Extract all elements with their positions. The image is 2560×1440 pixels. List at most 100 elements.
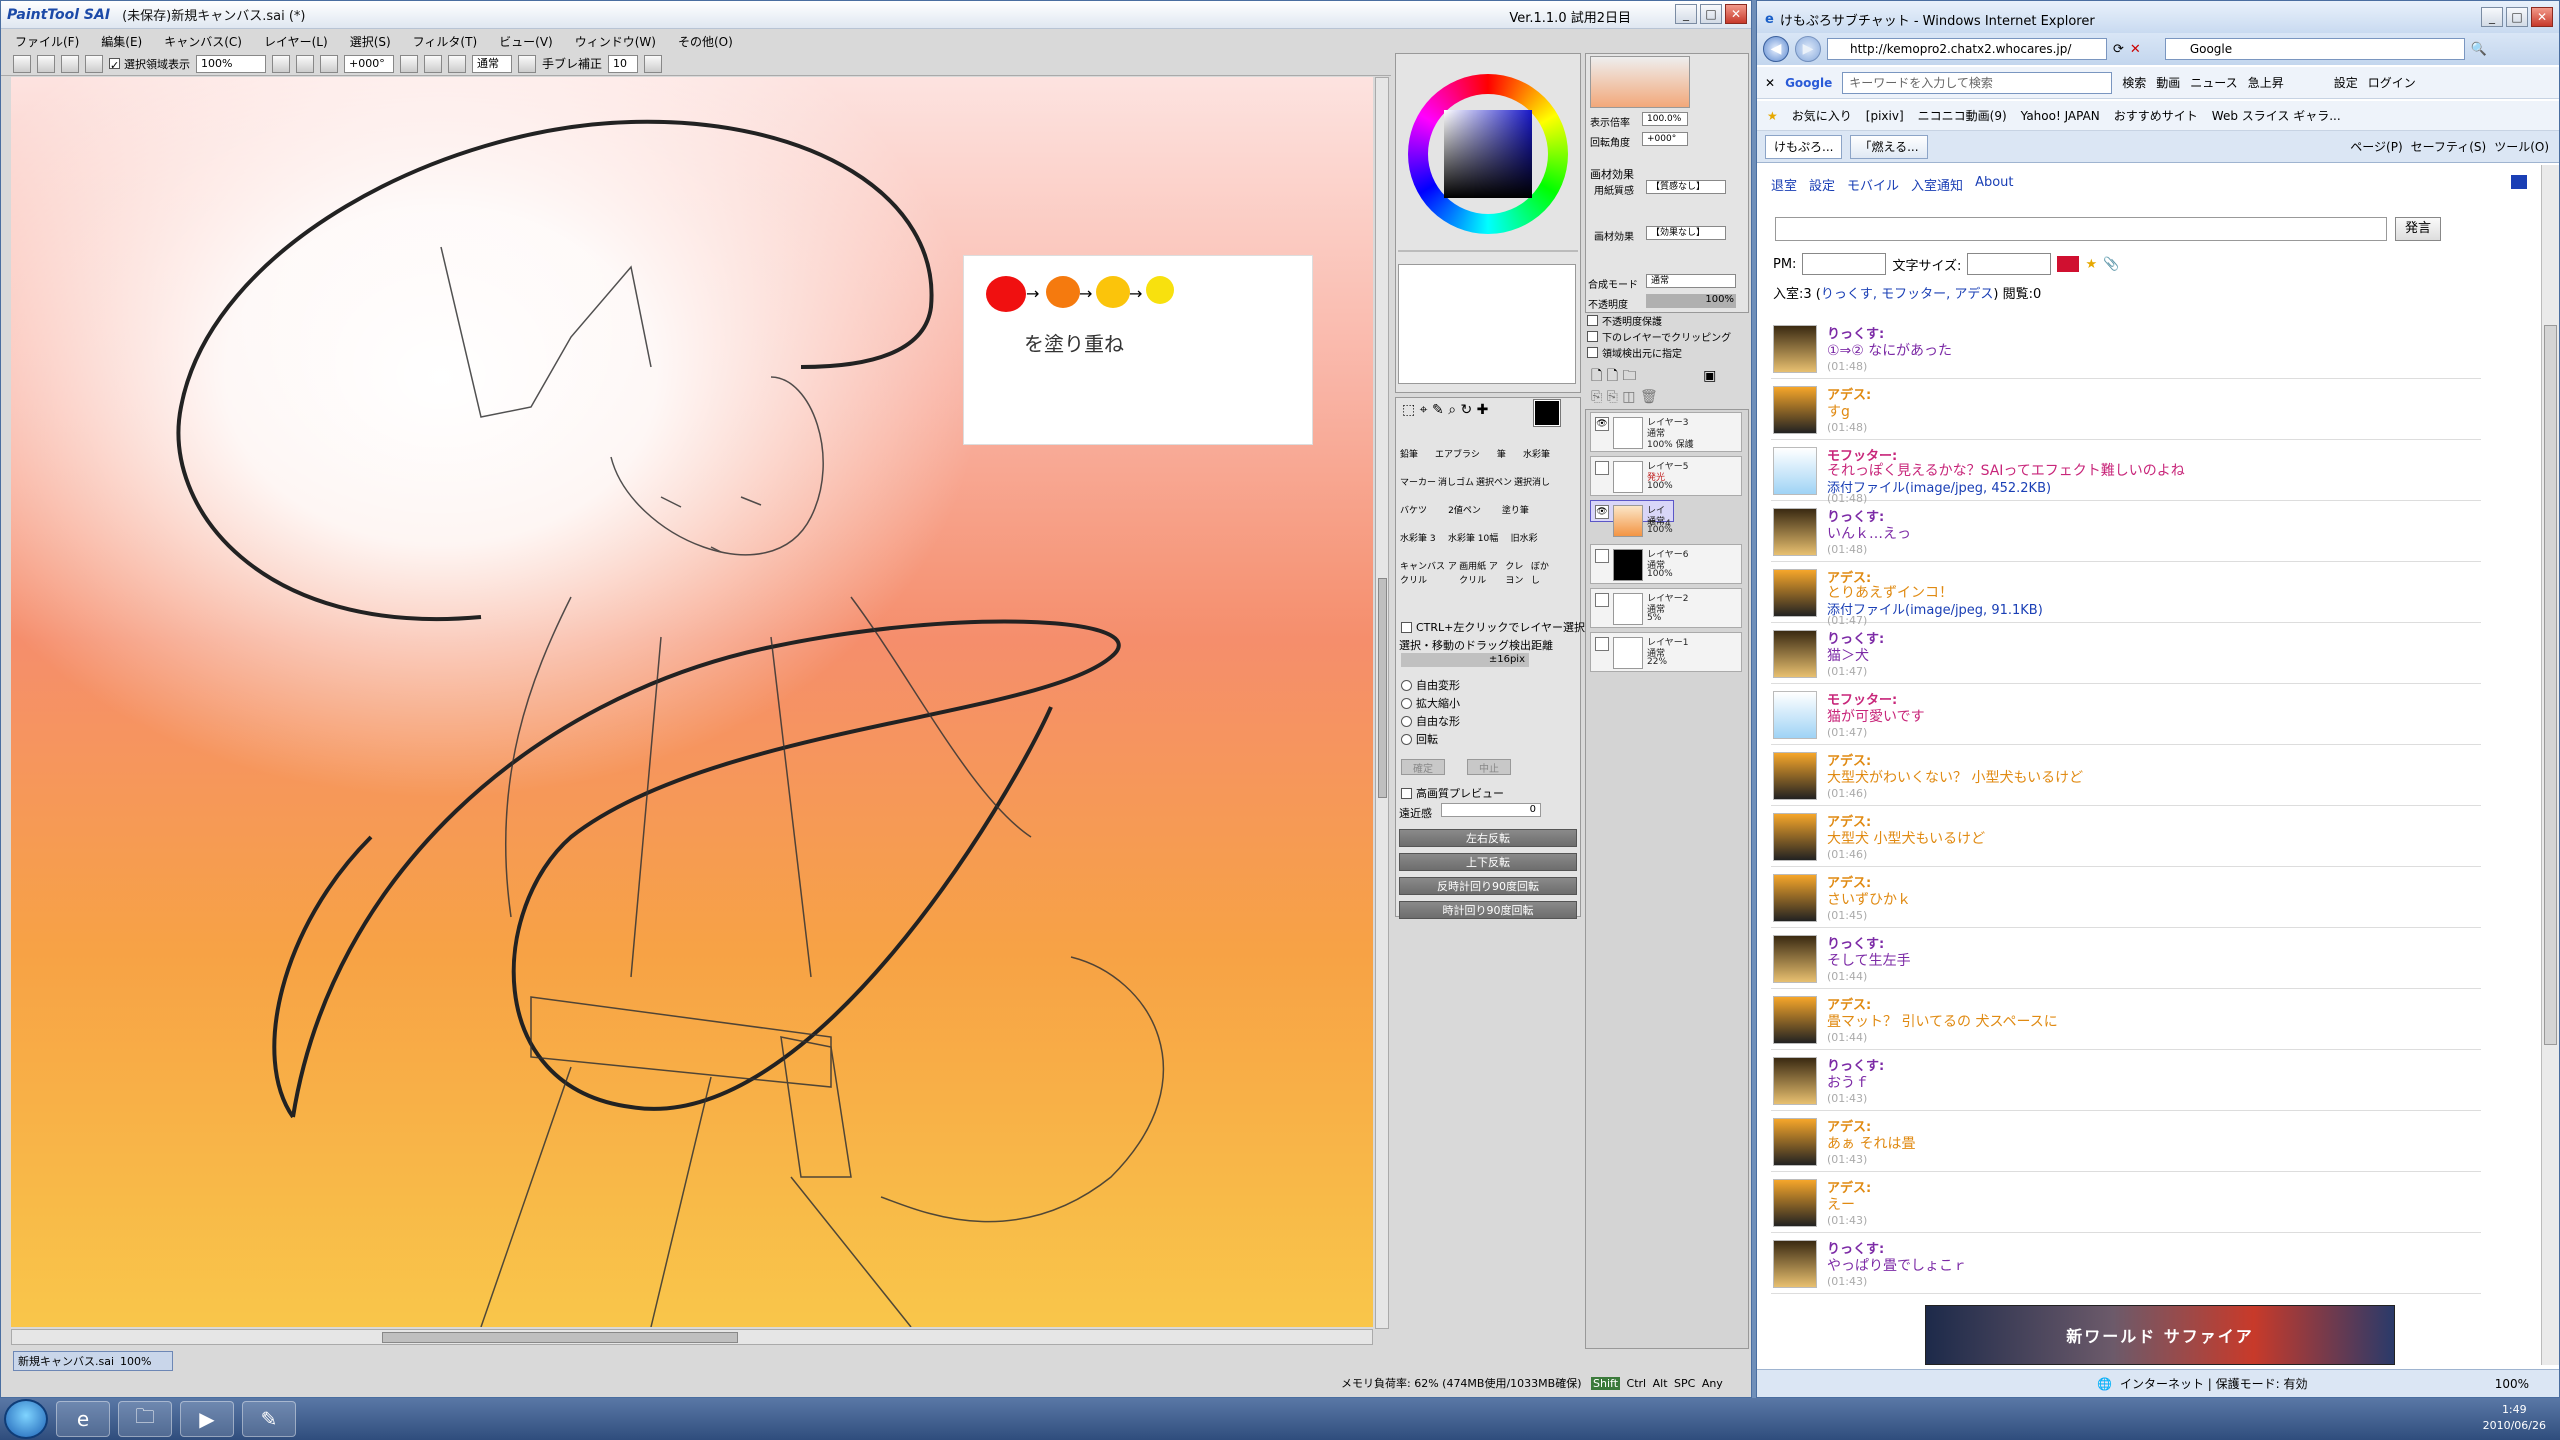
zoom-level[interactable]: 100% <box>2495 1377 2529 1391</box>
eye-icon[interactable]: 👁 <box>1595 505 1609 519</box>
paper-field[interactable]: 【質感なし】 <box>1646 180 1726 194</box>
layer-item[interactable]: レイヤー2 通常 5% <box>1590 588 1742 628</box>
color-picker[interactable] <box>2057 256 2080 272</box>
send-button[interactable]: 発言 <box>2395 217 2441 241</box>
app-taskbar-icon[interactable]: ✎ <box>242 1401 296 1437</box>
google-search-input[interactable]: キーワードを入力して検索 <box>1842 71 2113 94</box>
layer-action-icons[interactable]: ⎘ ⎘ ◫ 🗑 <box>1591 389 1658 405</box>
favorites-star-icon[interactable]: ★ <box>1767 109 1778 123</box>
avatar[interactable] <box>1773 691 1817 739</box>
blend-field[interactable]: 通常 <box>1646 274 1736 288</box>
zoom-out-icon[interactable] <box>272 54 290 73</box>
nav-zoom-field[interactable]: 100.0% <box>1642 112 1688 126</box>
fav-item[interactable]: [pixiv] <box>1866 109 1904 123</box>
menu-filter[interactable]: フィルタ(T) <box>413 33 477 50</box>
back-icon[interactable]: ◀ <box>1763 36 1789 62</box>
hq-preview-checkbox[interactable]: 高画質プレビュー <box>1401 785 1504 801</box>
google-settings[interactable]: 設定 <box>2334 74 2358 91</box>
menu-select[interactable]: 選択(S) <box>350 33 391 50</box>
star-icon[interactable]: ★ <box>2085 257 2097 272</box>
flip-horizontal-button[interactable]: 左右反転 <box>1399 829 1577 847</box>
avatar[interactable] <box>1773 1240 1817 1288</box>
layer-item[interactable]: レイヤー5 発光 100% <box>1590 456 1742 496</box>
google-trends[interactable]: 急上昇 <box>2248 74 2284 91</box>
radio-free-shape[interactable]: 自由な形 <box>1401 713 1460 729</box>
radio-scale[interactable]: 拡大縮小 <box>1401 695 1460 711</box>
minimize-button[interactable]: _ <box>1675 4 1697 24</box>
brush-row[interactable]: マーカー 消しゴム 選択ペン 選択消し <box>1400 476 1550 490</box>
menu-edit[interactable]: 編集(E) <box>101 33 142 50</box>
zoom-in-icon[interactable] <box>296 54 314 73</box>
close-button[interactable]: ✕ <box>2531 7 2553 27</box>
nav-mobile[interactable]: モバイル <box>1847 175 1899 194</box>
tab-other[interactable]: 「燃える... <box>1850 134 1928 159</box>
avatar[interactable] <box>1773 1057 1817 1105</box>
menu-layer[interactable]: レイヤー(L) <box>264 33 328 50</box>
avatar[interactable] <box>1773 447 1817 495</box>
zoom-reset-icon[interactable] <box>320 54 338 73</box>
avatar[interactable] <box>1773 813 1817 861</box>
ctrl-click-checkbox[interactable]: CTRL+左クリックでレイヤー選択 <box>1401 619 1585 635</box>
member-list[interactable]: りっくす, モフッター, アデス <box>1821 287 1994 302</box>
search-icon[interactable]: 🔍 <box>2471 42 2487 57</box>
explorer-taskbar-icon[interactable]: 🗀 <box>118 1401 172 1437</box>
avatar[interactable] <box>1773 508 1817 556</box>
clipping-checkbox[interactable]: 下のレイヤーでクリッピング <box>1587 329 1731 344</box>
google-video[interactable]: 動画 <box>2156 74 2180 91</box>
saturation-square[interactable] <box>1444 110 1532 198</box>
avatar[interactable] <box>1773 630 1817 678</box>
eye-icon[interactable] <box>1595 549 1609 563</box>
navigator-preview[interactable] <box>1590 56 1690 108</box>
radio-free-transform[interactable]: 自由変形 <box>1401 677 1460 693</box>
avatar[interactable] <box>1773 1179 1817 1227</box>
effect-field[interactable]: 【効果なし】 <box>1646 226 1726 240</box>
transform-ok-button[interactable]: 確定 <box>1401 759 1445 775</box>
layer-item-selected[interactable]: 👁 レイヤー4 通常 100% <box>1590 500 1674 537</box>
nav-angle-field[interactable]: +000° <box>1642 132 1688 146</box>
blend-mode-field[interactable]: 通常 <box>472 54 512 73</box>
rotate-ccw-button[interactable]: 反時計回り90度回転 <box>1399 877 1577 895</box>
scrollbar-thumb[interactable] <box>1378 578 1387 798</box>
search-engine-field[interactable]: Google <box>2164 38 2465 60</box>
selection-tools-icon[interactable]: ⬚ ⌖ ✎ ⌕ ↻ ✚ <box>1402 402 1488 418</box>
eye-icon[interactable]: 👁 <box>1595 417 1609 431</box>
start-button[interactable] <box>4 1399 48 1439</box>
canvas-vertical-scrollbar[interactable] <box>1375 77 1389 1329</box>
avatar[interactable] <box>1773 386 1817 434</box>
page-scrollbar[interactable] <box>2541 165 2559 1365</box>
drawing-canvas[interactable]: → → → を塗り重ね <box>11 77 1373 1327</box>
menu-canvas[interactable]: キャンバス(C) <box>164 33 242 50</box>
forward-icon[interactable]: ▶ <box>1795 36 1821 62</box>
cmd-tools[interactable]: ツール(O) <box>2494 138 2549 155</box>
menu-window[interactable]: ウィンドウ(W) <box>575 33 656 50</box>
nav-settings[interactable]: 設定 <box>1809 175 1835 194</box>
transform-cancel-button[interactable]: 中止 <box>1467 759 1511 775</box>
eye-icon[interactable] <box>1595 637 1609 651</box>
rotate-left-icon[interactable] <box>400 54 418 73</box>
layer-item[interactable]: 👁 レイヤー3 通常 100% 保護 <box>1590 412 1742 452</box>
fav-item[interactable]: おすすめサイト <box>2114 107 2198 124</box>
rotation-field[interactable]: +000° <box>344 54 394 73</box>
layer-item[interactable]: レイヤー1 通常 22% <box>1590 632 1742 672</box>
perspective-slider[interactable]: 0 <box>1441 803 1541 817</box>
avatar[interactable] <box>1773 1118 1817 1166</box>
rotate-right-icon[interactable] <box>424 54 442 73</box>
swatch-area[interactable] <box>1398 264 1576 384</box>
selection-display-checkbox[interactable]: ✓ 選択領域表示 <box>109 56 190 72</box>
brush-row[interactable]: バケツ 2値ペン 塗り筆 <box>1400 504 1550 518</box>
fav-item[interactable]: Yahoo! JAPAN <box>2021 109 2100 123</box>
url-field[interactable]: http://kemopro2.chatx2.whocares.jp/ <box>1827 38 2107 60</box>
eye-icon[interactable] <box>1595 593 1609 607</box>
flip-icon[interactable] <box>518 54 536 73</box>
rotate-cw-button[interactable]: 時計回り90度回転 <box>1399 901 1577 919</box>
minimize-button[interactable]: _ <box>2481 7 2503 27</box>
redo-icon[interactable] <box>37 54 55 73</box>
flip-vertical-button[interactable]: 上下反転 <box>1399 853 1577 871</box>
undo-icon[interactable] <box>13 54 31 73</box>
maximize-button[interactable]: □ <box>2506 7 2528 27</box>
avatar[interactable] <box>1773 874 1817 922</box>
paperclip-icon[interactable]: 📎 <box>2103 257 2119 272</box>
radio-rotate[interactable]: 回転 <box>1401 731 1438 747</box>
cmd-safety[interactable]: セーフティ(S) <box>2411 138 2487 155</box>
cmd-page[interactable]: ページ(P) <box>2350 138 2402 155</box>
